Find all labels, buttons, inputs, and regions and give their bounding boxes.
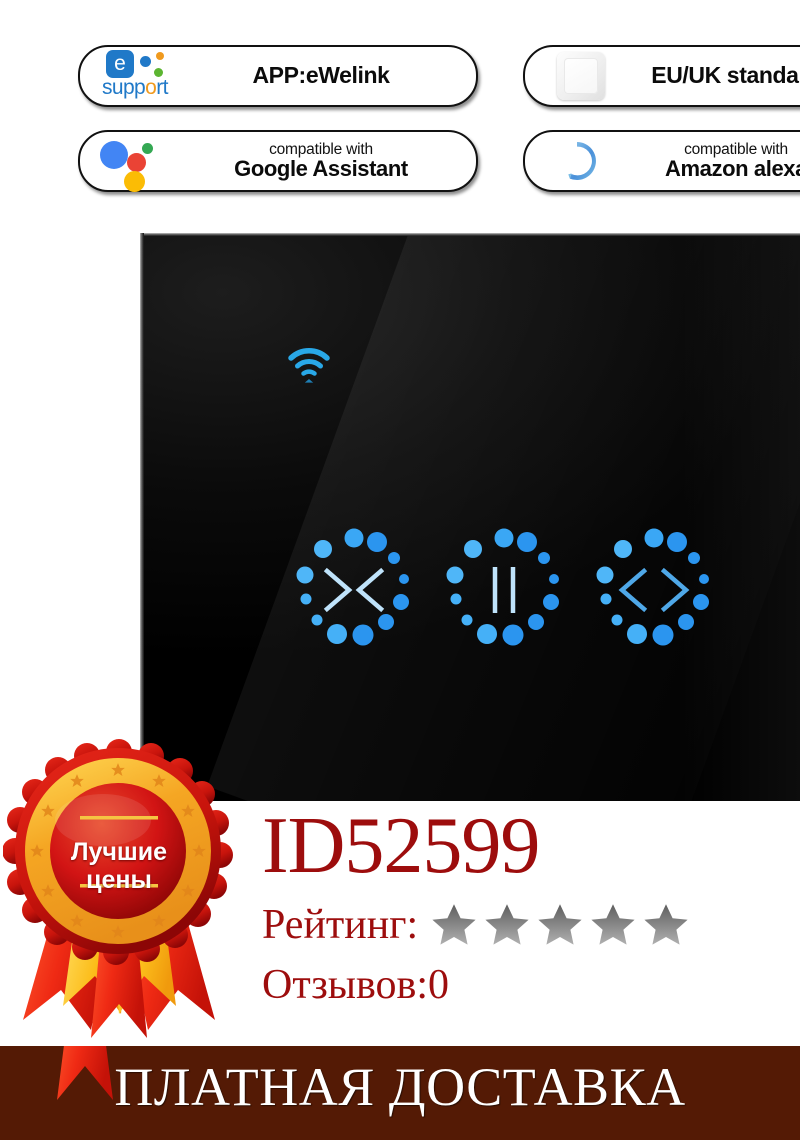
delivery-banner-text: ПЛАТНАЯ ДОСТАВКА — [114, 1057, 686, 1117]
dot-ring-open — [596, 528, 709, 646]
curtain-pause-icon — [492, 567, 516, 613]
curtain-close-icon — [323, 567, 385, 613]
touch-switch-panel — [140, 233, 800, 801]
badge-google-text: compatible with Google Assistant — [184, 142, 476, 180]
badge-alexa-text: compatible with Amazon alexa — [629, 142, 800, 180]
product-id: ID52599 — [262, 802, 540, 890]
panel-bevel-top — [140, 233, 800, 236]
curtain-open-icon — [618, 567, 690, 613]
wifi-icon — [288, 348, 330, 383]
ewelink-letter-e: e — [114, 52, 126, 75]
reviews-count: Отзывов:0 — [262, 962, 450, 1008]
google-dot-green-icon — [142, 143, 153, 154]
star-icon — [538, 904, 582, 945]
badge-app-ewelink[interactable]: e support APP:eWelink — [78, 45, 478, 107]
panel-glass-face — [144, 236, 800, 801]
touch-button-close[interactable] — [287, 523, 421, 657]
star-icon — [644, 904, 688, 945]
google-dot-blue-icon — [100, 141, 128, 169]
badge-eu-uk-standard[interactable]: EU/UK standard — [523, 45, 800, 107]
award-rule-bottom — [80, 884, 158, 888]
google-dot-yellow-icon — [124, 171, 145, 192]
ewelink-dot-orange-icon — [156, 52, 164, 60]
badge-google-assistant[interactable]: compatible with Google Assistant — [78, 130, 478, 192]
badge-ewelink-text: APP:eWelink — [184, 62, 476, 89]
badge-alexa-name-label: Amazon alexa — [665, 155, 800, 181]
badge-amazon-alexa[interactable]: compatible with Amazon alexa — [523, 130, 800, 192]
panel-bevel-left — [140, 233, 144, 801]
award-rule-top — [80, 816, 158, 820]
wall-switch-rocker-icon — [564, 58, 598, 94]
google-assistant-logo — [80, 133, 184, 192]
badge-google-name-label: Google Assistant — [234, 155, 408, 181]
wall-switch-icon — [525, 48, 629, 104]
touch-button-pause[interactable] — [437, 523, 571, 657]
ewelink-dot-blue-icon — [140, 56, 151, 67]
award-center-gloss — [55, 794, 151, 846]
amazon-alexa-logo — [525, 133, 629, 189]
delivery-banner: ПЛАТНАЯ ДОСТАВКА — [0, 1046, 800, 1140]
touch-button-open[interactable] — [587, 523, 721, 657]
badge-eu-label: EU/UK standard — [651, 62, 800, 89]
ewelink-support-logo: e support — [80, 48, 184, 104]
badge-eu-text: EU/UK standard — [629, 62, 800, 89]
star-icon — [432, 904, 476, 945]
google-dot-red-icon — [127, 153, 146, 172]
star-rating — [430, 901, 695, 949]
rating-label: Рейтинг: — [262, 902, 419, 948]
star-icon — [591, 904, 635, 945]
ewelink-support-wordmark: support — [102, 76, 168, 99]
dot-ring-pause — [446, 528, 559, 646]
dot-ring-close — [296, 528, 409, 646]
award-badge — [3, 739, 233, 1038]
badge-ewelink-label: APP:eWelink — [252, 62, 390, 89]
alexa-ring-icon — [568, 142, 596, 180]
star-icon — [485, 904, 529, 945]
rating-row: Рейтинг: — [262, 901, 695, 949]
